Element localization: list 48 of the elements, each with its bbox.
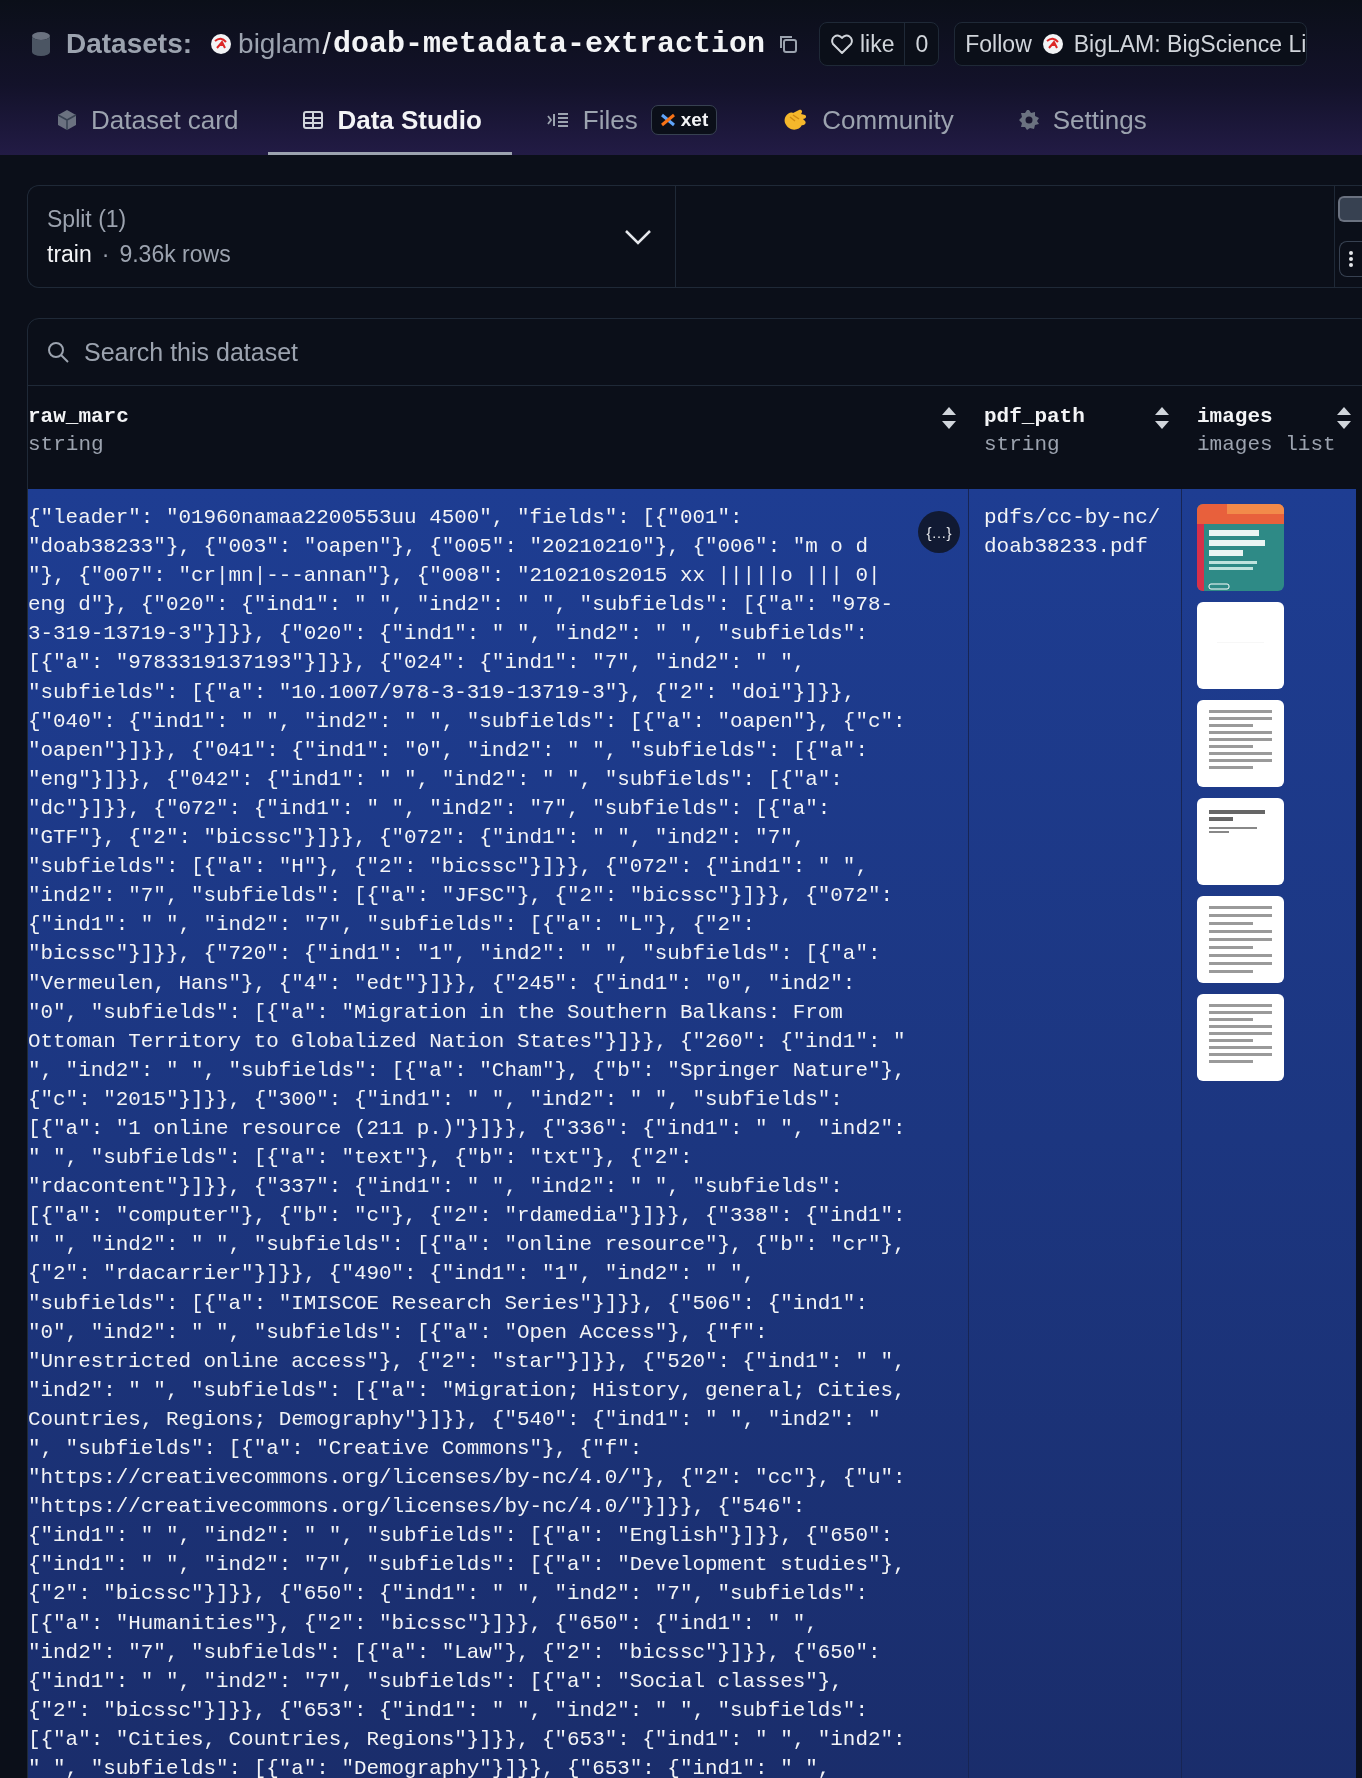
- badge-label: xet: [680, 109, 709, 131]
- tab[interactable]: Dataset card: [22, 88, 269, 155]
- cube-icon: [56, 108, 78, 132]
- follow-button[interactable]: Follow BigLAM: BigScience Li: [954, 22, 1308, 66]
- separator-dot: ·: [101, 240, 110, 268]
- column-type: string: [984, 432, 1061, 458]
- section-label: Datasets:: [66, 28, 193, 60]
- column-type: images list: [1197, 432, 1336, 458]
- file-list-icon: [545, 110, 570, 130]
- avatar-icon: [210, 33, 233, 55]
- column-name: pdf_path: [984, 404, 1085, 430]
- row-count: 9.36k rows: [119, 240, 231, 268]
- chevron-down-icon: [624, 227, 652, 246]
- tab[interactable]: Community: [747, 88, 984, 155]
- avatar-icon: [1041, 33, 1064, 55]
- search-field[interactable]: Search this dataset: [84, 337, 684, 367]
- table-row[interactable]: [28, 489, 1356, 1778]
- more-button[interactable]: [1339, 241, 1362, 278]
- split-name: train: [47, 240, 92, 268]
- dataset-name[interactable]: doab-metadata-extraction: [332, 27, 765, 61]
- search-icon: [46, 340, 70, 364]
- table-icon: [302, 110, 325, 130]
- like-button[interactable]: like 0: [818, 22, 940, 66]
- like-label: like: [859, 30, 895, 58]
- sort-icon[interactable]: [1335, 406, 1352, 430]
- tab[interactable]: Settings: [983, 88, 1177, 155]
- database-icon: [30, 31, 52, 57]
- settings-icon: [1017, 109, 1040, 131]
- follow-label: Follow: [965, 30, 1032, 58]
- owner-link[interactable]: biglam: [238, 28, 321, 60]
- more-icon: [1348, 250, 1354, 269]
- x-icon: [659, 113, 676, 127]
- split-label: Split (1): [47, 205, 128, 233]
- tab[interactable]: Files xet: [511, 88, 748, 155]
- column-name: images: [1197, 404, 1274, 430]
- heart-icon: [829, 33, 854, 55]
- sort-icon[interactable]: [941, 406, 957, 430]
- sort-icon[interactable]: [1154, 406, 1170, 430]
- like-count: 0: [904, 23, 939, 65]
- path-separator: /: [322, 27, 331, 61]
- toggle-button[interactable]: [1338, 195, 1362, 222]
- tab[interactable]: Data Studio: [268, 88, 512, 155]
- column-type: string: [28, 432, 105, 458]
- column-name: raw_marc: [28, 404, 129, 430]
- table-cell-text: pdfs/cc-by-nc/doab38233.pdf: [984, 505, 1161, 561]
- organization-name: BigLAM: BigScience Li: [1073, 30, 1307, 58]
- table-cell-text: {"leader": "01960namaa2200553uu 4500", "fields": [{"001": "doab38233"}, {"003": "oapen"}, {"005": "20210210"}, {"006": "m o d "}, {"007": "cr|mn|---annan"}, {"008": "210210s2015 xx |||||o ||| 0| eng d"}, {"020": {"ind1": " ", "ind2": " ", "subfields": [{"a": "978-3-319-13719-3"}]}}, {"020": {"ind1": " ", "ind2": " ", "subfields": [{"a": "9783319137193"}]}}, {"024": {"ind1": "7", "ind2": " ", "subfields": [{"a": "10.1007/978-3-319-13719-3"}, {"2": "doi"}]}}, {"040": {"ind1": " ", "ind2": " ", "subfields": [{"a": "oapen"}, {"c": "oapen"}]}}, {"041": {"ind1": "0", "ind2": " ", "subfields": [{"a": "eng"}]}}, {"042": {"ind1": " ", "ind2": " ", "subfields": [{"a": "dc"}]}}, {"072": {"ind1": " ", "ind2": "7", "subfields": [{"a": "GTF"}, {"2": "bicssc"}]}}, {"072": {"ind1": " ", "ind2": "7", "subfields": [{"a": "H"}, {"2": "bicssc"}]}}, {"072": {"ind1": " ", "ind2": "7", "subfields": [{"a": "JFSC"}, {"2": "bicssc"}]}}, {"072": {"ind1": " ", "ind2": "7", "subfields": [{"a": "L"}, {"2": "bicssc"}]}}, {"720": {"ind1": "1", "ind2": " ", "subfields": [{"a": "Vermeulen, Hans"}, {"4": "edt"}]}}, {"245": {"ind1": "0", "ind2": "0", "subfields": [{"a": "Migration in the Southern Balkans: From Ottoman Territory to Globalized Nation States"}]}}, {"260": {"ind1": " ", "ind2": " ", "subfields": [{"a": "Cham"}, {"b": "Springer Nature"}, {"c": "2015"}]}}, {"300": {"ind1": " ", "ind2": " ", "subfields": [{"a": "1 online resource (211 p.)"}]}}, {"336": {"ind1": " ", "ind2": " ", "subfields": [{"a": "text"}, {"b": "txt"}, {"2": "rdacontent"}]}}, {"337": {"ind1": " ", "ind2": " ", "subfields": [{"a": "computer"}, {"b": "c"}, {"2": "rdamedia"}]}}, {"338": {"ind1": " ", "ind2": " ", "subfields": [{"a": "online resource"}, {"b": "cr"}, {"2": "rdacarrier"}]}}, {"490": {"ind1": "1", "ind2": " ", "subfields": [{"a": "IMISCOE Research Series"}]}}, {"506": {"ind1": "0", "ind2": " ", "subfields": [{"a": "Open Access"}, {"f": "Unrestricted online access"}, {"2": "star"}]}}, {"520": {"ind1": " ", "ind2": " ", "subfields": [{"a": "Migration; History, general; Cities, Countries, Regions; Demography"}]}}, {"540": {"ind1": " ", "ind2": " ", "subfields": [{"a": "Creative Commons"}, {"f": "https://creativecommons.org/licenses/by-nc/4.0/"}, {"2": "cc"}, {"u": "https://creativecommons.org/licenses/by-nc/4.0/"}]}}, {"546": {"ind1": " ", "ind2": " ", "subfields": [{"a": "English"}]}}, {"650": {"ind1": " ", "ind2": "7", "subfields": [{"a": "Development studies"}, {"2": "bicssc"}]}}, {"650": {"ind1": " ", "ind2": "7", "subfields": [{"a": "Humanities"}, {"2": "bicssc"}]}}, {"650": {"ind1": " ", "ind2": "7", "subfields": [{"a": "Law"}, {"2": "bicssc"}]}}, {"650": {"ind1": " ", "ind2": "7", "subfields": [{"a": "Social classes"}, {"2": "bicssc"}]}}, {"653": {"ind1": " ", "ind2": " ", "subfields": [{"a": "Cities, Countries, Regions"}]}}, {"653": {"ind1": " ", "ind2": " ", "subfields": [{"a": "Demography"}]}}, {"653": {"ind1": " ",: [28, 505, 907, 1778]
- expand-button[interactable]: {…}: [918, 511, 960, 553]
